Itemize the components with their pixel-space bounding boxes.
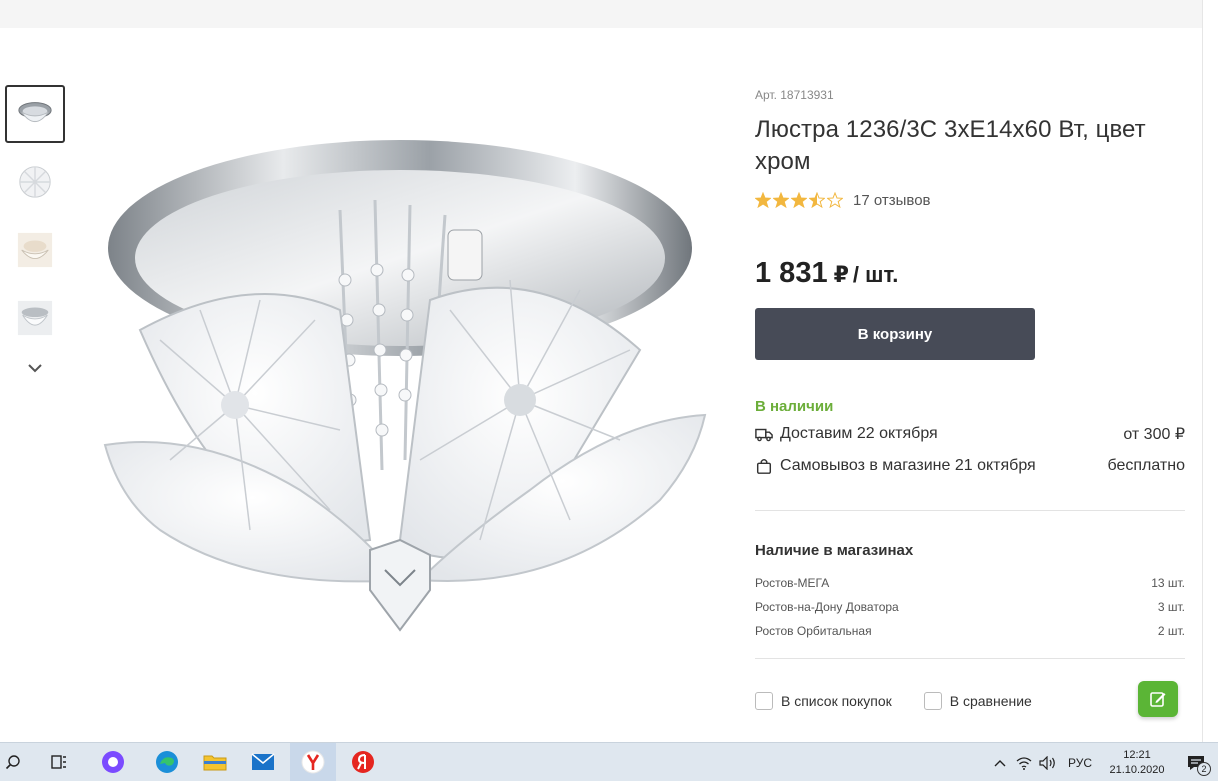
compare-checkbox[interactable]: В сравнение (923, 692, 1032, 710)
thumbnail-4[interactable] (5, 289, 65, 347)
star-icon (791, 192, 807, 208)
thumbnail-list (5, 85, 65, 357)
chandelier-lit-thumbnail-icon (17, 232, 53, 268)
price-value: 1 831 (755, 257, 828, 289)
divider (755, 510, 1185, 511)
product-actions: В список покупок В сравнение (755, 691, 1185, 711)
taskbar: РУС 12:21 21.10.2020 2 (0, 742, 1218, 781)
chevron-up-icon (994, 759, 1006, 766)
show-hidden-icons-button[interactable] (988, 743, 1012, 781)
store-qty: 3 шт. (1157, 600, 1185, 614)
yandex-icon (352, 751, 374, 773)
search-button[interactable] (0, 743, 26, 781)
input-language[interactable]: РУС (1060, 756, 1100, 770)
store-row[interactable]: Ростов-на-Дону Доватора 3 шт. (755, 595, 1185, 619)
feedback-button[interactable] (1138, 681, 1178, 717)
divider (755, 658, 1185, 659)
compare-label: В сравнение (949, 693, 1032, 709)
store-list: Ростов-МЕГА 13 шт. Ростов-на-Дону Довато… (755, 571, 1185, 643)
task-view-button[interactable] (36, 743, 82, 781)
thumbnail-1[interactable] (5, 85, 65, 143)
store-qty: 2 шт. (1157, 624, 1185, 638)
availability-status: В наличии (755, 398, 834, 415)
yandex-button[interactable] (340, 743, 386, 781)
store-qty: 13 шт. (1151, 576, 1185, 590)
shopping-list-checkbox[interactable]: В список покупок (755, 692, 892, 710)
chevron-down-icon (28, 364, 42, 373)
checkbox-box[interactable] (923, 692, 942, 710)
product-rating[interactable]: 17 отзывов (755, 190, 1185, 210)
store-name: Ростов Орбитальная (755, 624, 872, 638)
page-header-strip (0, 0, 1202, 28)
delivery-label: Доставим 22 октября (780, 425, 938, 442)
thumbnail-2[interactable] (5, 153, 65, 211)
speaker-icon (1039, 755, 1055, 770)
chandelier-thumbnail-icon (18, 102, 52, 123)
shopping-bag-icon (756, 458, 772, 474)
delivery-price: от 300 ₽ (1123, 426, 1185, 443)
price-currency: ₽ (833, 262, 849, 287)
yandex-browser-icon (301, 750, 325, 774)
notification-count: 2 (1197, 762, 1211, 776)
price-block: 1 831 ₽ / шт. (755, 257, 1185, 291)
checkbox-box[interactable] (755, 692, 773, 710)
pickup-row: Самовывоз в магазине 21 октября бесплатн… (755, 450, 1185, 482)
chandelier-side-thumbnail-icon (17, 300, 53, 336)
alice-button[interactable] (90, 743, 136, 781)
pickup-label: Самовывоз в магазине 21 октября (780, 457, 1036, 474)
truck-icon (755, 428, 773, 442)
delivery-row: Доставим 22 октября от 300 ₽ (755, 418, 1185, 450)
thumbnails-scroll-down-button[interactable] (24, 358, 46, 378)
yandex-browser-button[interactable] (290, 742, 336, 781)
edge-browser-icon (156, 751, 178, 773)
price-unit: / шт. (852, 262, 899, 287)
star-icon (773, 192, 789, 208)
store-name: Ростов-МЕГА (755, 576, 830, 590)
clock-time: 12:21 (1123, 748, 1151, 761)
folder-icon (203, 755, 227, 771)
file-explorer-button[interactable] (192, 743, 238, 781)
add-to-cart-button[interactable]: В корзину (755, 308, 1035, 360)
product-info: Арт. 18713931 Люстра 1236/3С 3хЕ14х60 Вт… (755, 88, 1185, 711)
alice-assistant-icon (102, 751, 124, 773)
store-row[interactable]: Ростов-МЕГА 13 шт. (755, 571, 1185, 595)
search-icon (5, 755, 20, 770)
thumbnail-3[interactable] (5, 221, 65, 279)
rating-stars (755, 192, 845, 208)
star-icon (755, 192, 771, 208)
volume-button[interactable] (1036, 743, 1060, 781)
network-button[interactable] (1012, 743, 1036, 781)
mail-icon (251, 753, 275, 770)
clock-date: 21.10.2020 (1109, 763, 1165, 776)
mail-button[interactable] (240, 743, 286, 781)
edit-icon (1150, 692, 1166, 707)
chandelier-top-thumbnail-icon (19, 166, 51, 198)
product-sku: Арт. 18713931 (755, 88, 834, 102)
pickup-price: бесплатно (1107, 457, 1186, 474)
store-row[interactable]: Ростов Орбитальная 2 шт. (755, 619, 1185, 643)
wifi-icon (1016, 756, 1032, 770)
product-title: Люстра 1236/3С 3хЕ14х60 Вт, цвет хром (755, 116, 1146, 175)
shopping-list-label: В список покупок (781, 693, 892, 709)
stores-title: Наличие в магазинах (755, 542, 914, 559)
chandelier-image (103, 140, 707, 632)
store-name: Ростов-на-Дону Доватора (755, 600, 899, 614)
edge-button[interactable] (144, 743, 190, 781)
clock[interactable]: 12:21 21.10.2020 (1100, 748, 1174, 778)
product-main-image[interactable] (100, 130, 710, 640)
scrollbar[interactable] (1202, 0, 1218, 742)
action-center-button[interactable]: 2 (1174, 743, 1218, 781)
star-icon (827, 192, 843, 208)
task-view-icon (51, 755, 66, 769)
reviews-link[interactable]: 17 отзывов (853, 192, 931, 209)
system-tray: РУС 12:21 21.10.2020 2 (988, 743, 1218, 781)
star-icon (809, 192, 825, 208)
